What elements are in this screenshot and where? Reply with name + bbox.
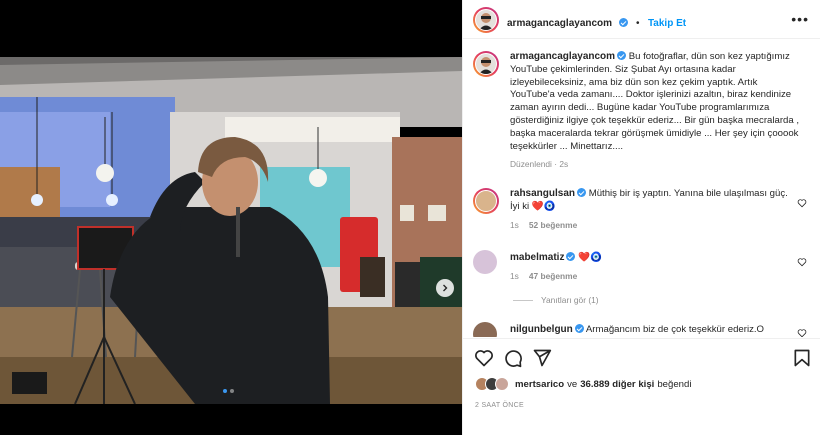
comment-like-icon[interactable] [797,257,807,267]
post-photo[interactable] [0,57,462,404]
carousel-indicator [223,389,234,393]
comment-item: mabelmatiz ❤️🧿 1s 47 beğenme [473,250,813,281]
comment-emoji: ❤️🧿 [531,200,556,212]
next-image-button[interactable] [436,279,454,297]
post-timestamp: 2 SAAT ÖNCE [475,402,524,409]
avatar [475,9,497,31]
comment-meta: 1s 52 beğenme [510,220,790,230]
media-area [0,0,462,435]
comment-icon[interactable] [503,348,523,368]
verified-icon [577,188,587,197]
likes-summary: mertsarico ve 36.889 diğer kişi beğendi [475,377,692,391]
comments-list: armagancaglayancom Bu fotoğraflar, dün s… [463,40,820,337]
comment-likes[interactable]: 47 beğenme [529,271,577,281]
comment-avatar[interactable] [473,250,497,274]
comment-username[interactable]: rahsangulsan [510,188,575,199]
comment-meta: 1s 47 beğenme [510,271,790,281]
share-icon[interactable] [532,348,552,368]
likes-suffix: beğendi [657,378,692,390]
comment-item: nilgunbelgun Armağancım biz de çok teşek… [473,322,813,337]
caption-body: Bu fotoğraflar, dün son kez yaptığımız Y… [510,51,800,152]
caption-username[interactable]: armagancaglayancom [510,51,615,62]
comment-text-block: nilgunbelgun Armağancım biz de çok teşek… [510,324,790,337]
likes-connector: ve [567,378,578,390]
caption-avatar[interactable] [473,51,499,77]
header-avatar-ring[interactable] [473,7,499,33]
comment-item: rahsangulsan Müthiş bir iş yaptın. Yanın… [473,188,813,230]
carousel-dot-1 [223,389,227,393]
save-icon[interactable] [792,348,812,368]
instagram-post: armagancaglayancom • Takip Et ••• armaga… [0,0,820,435]
verified-icon [574,324,584,333]
like-icon[interactable] [474,348,494,368]
chevron-right-icon [443,284,448,292]
verified-icon [566,252,576,261]
likes-count[interactable]: 36.889 diğer kişi [580,379,654,390]
comment-text-block: mabelmatiz ❤️🧿 [510,252,790,265]
verified-icon [617,51,627,60]
comment-username[interactable]: mabelmatiz [510,252,564,263]
comment-time: 1s [510,270,519,281]
caption: armagancaglayancom Bu fotoğraflar, dün s… [473,51,813,169]
separator: • [635,18,640,29]
comment-avatar[interactable] [473,322,497,337]
comment-like-icon[interactable] [797,328,807,337]
caption-text: armagancaglayancom Bu fotoğraflar, dün s… [510,51,800,153]
replies-divider [513,299,533,301]
verified-icon [618,18,628,27]
comment-time: 1s [510,219,519,230]
comment-like-icon[interactable] [797,198,807,208]
comment-emoji: ❤️🧿 [578,252,603,263]
comment-text: Armağancım biz de çok teşekkür ederiz.O [585,324,764,335]
post-sidebar: armagancaglayancom • Takip Et ••• armaga… [462,0,820,435]
comment-username[interactable]: nilgunbelgun [510,324,573,335]
liked-avatars [475,377,509,391]
avatar [495,377,509,391]
avatar [475,53,497,75]
post-header: armagancaglayancom • Takip Et ••• [463,0,820,39]
more-icon[interactable]: ••• [791,11,809,27]
header-username[interactable]: armagancaglayancom [507,18,612,29]
avatar [475,190,497,212]
caption-meta: Düzenlendi · 2s [510,159,569,170]
comment-likes[interactable]: 52 beğenme [529,220,577,230]
comment-text-block: rahsangulsan Müthiş bir iş yaptın. Yanın… [510,188,790,214]
post-actions: mertsarico ve 36.889 diğer kişi beğendi … [463,338,820,435]
replies-label: Yanıtları gör (1) [541,295,599,305]
view-replies-button[interactable]: Yanıtları gör (1) [513,295,599,305]
carousel-dot-2 [230,389,234,393]
likes-user[interactable]: mertsarico [515,379,564,390]
follow-button[interactable]: Takip Et [648,18,686,29]
comment-avatar[interactable] [473,188,499,214]
